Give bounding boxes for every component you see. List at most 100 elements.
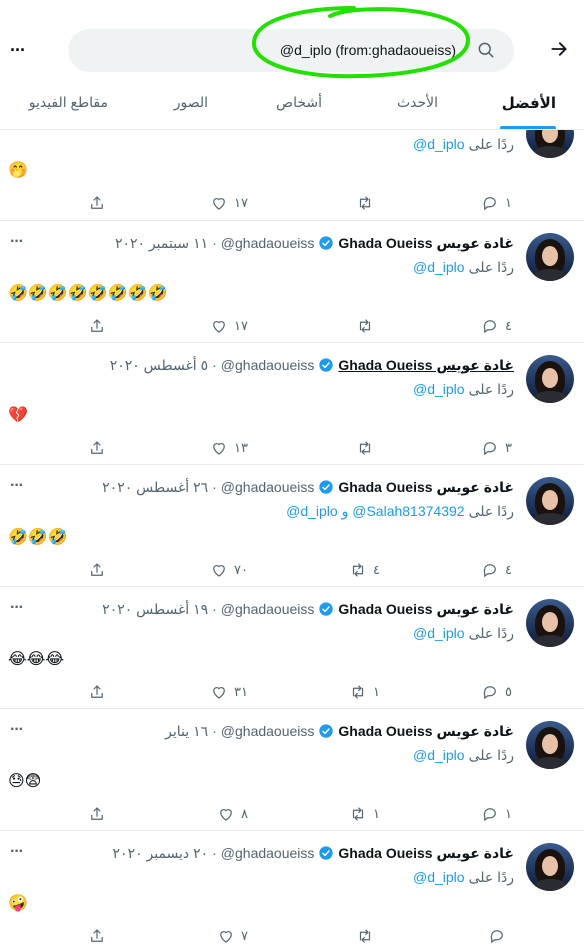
share-button[interactable]	[88, 561, 106, 579]
share-button[interactable]	[88, 439, 106, 457]
tweet-date[interactable]: ٥ أغسطس ٢٠٢٠	[110, 357, 208, 374]
like-button[interactable]: ٣١	[210, 683, 248, 701]
retweet-button[interactable]	[356, 439, 380, 457]
like-button[interactable]: ٧	[217, 927, 248, 944]
tab-people[interactable]: أشخاص	[276, 94, 322, 111]
retweet-button[interactable]	[356, 317, 380, 335]
retweet-icon	[352, 563, 364, 577]
avatar[interactable]	[526, 477, 574, 525]
verified-badge-icon	[319, 358, 334, 372]
reply-button[interactable]: ٣	[481, 439, 512, 457]
mention-link[interactable]: @d_iplo	[413, 381, 465, 398]
tweet[interactable]: ردًا على @d_iplo 🤭 ١ ١٧	[0, 130, 584, 221]
tab-photos[interactable]: الصور	[174, 94, 208, 111]
reply-icon	[483, 197, 496, 211]
share-button[interactable]	[88, 194, 106, 212]
retweet-button[interactable]	[356, 927, 380, 944]
tweet-more-button[interactable]: ···	[10, 843, 24, 861]
display-name[interactable]: غادة عويس Ghada Oueiss	[338, 845, 514, 862]
avatar[interactable]	[526, 130, 574, 158]
share-button[interactable]	[88, 805, 106, 823]
tweet-more-button[interactable]: ···	[10, 233, 24, 251]
tweet[interactable]: غادة عويس Ghada Oueiss @ghadaoueiss · ١٩…	[0, 587, 584, 709]
avatar[interactable]	[526, 843, 574, 891]
handle[interactable]: @ghadaoueiss	[221, 723, 315, 739]
retweet-icon	[359, 319, 371, 333]
tweet-more-button[interactable]: ···	[10, 599, 24, 617]
mention-link[interactable]: @d_iplo و @Salah81374392	[286, 503, 464, 520]
handle[interactable]: @ghadaoueiss	[221, 479, 315, 495]
avatar[interactable]	[526, 355, 574, 403]
heart-icon	[213, 565, 225, 577]
reply-button[interactable]: ١	[481, 805, 512, 823]
tab-latest[interactable]: الأحدث	[397, 94, 438, 111]
reply-button[interactable]	[488, 927, 512, 944]
display-name[interactable]: غادة عويس Ghada Oueiss	[338, 479, 514, 496]
like-button[interactable]: ١٧	[210, 317, 248, 335]
retweet-button[interactable]	[356, 194, 380, 212]
mention-link[interactable]: @d_iplo	[413, 259, 465, 276]
like-button[interactable]: ٨	[217, 805, 248, 823]
heart-icon	[213, 687, 225, 699]
back-button[interactable]	[544, 34, 574, 64]
retweet-icon	[359, 196, 371, 210]
tweet[interactable]: غادة عويس Ghada Oueiss @ghadaoueiss · ١٦…	[0, 709, 584, 831]
display-name[interactable]: غادة عويس Ghada Oueiss	[338, 235, 514, 252]
display-name[interactable]: غادة عويس Ghada Oueiss	[338, 601, 514, 618]
like-button[interactable]: ١٧	[210, 194, 248, 212]
tweet-date[interactable]: ١٩ أغسطس ٢٠٢٠	[102, 601, 208, 618]
reply-button[interactable]: ١	[481, 194, 512, 212]
mention-link[interactable]: @d_iplo	[413, 625, 465, 642]
tweet-header: غادة عويس Ghada Oueiss @ghadaoueiss · ٢٦…	[102, 478, 514, 496]
reply-button[interactable]: ٤	[481, 561, 512, 579]
reply-button[interactable]: ٤	[481, 317, 512, 335]
reply-icon	[483, 442, 496, 456]
tweet-header: غادة عويس Ghada Oueiss @ghadaoueiss · ٢٠…	[112, 844, 514, 862]
retweet-button[interactable]: ١	[349, 805, 380, 823]
handle[interactable]: @ghadaoueiss	[221, 845, 315, 861]
reply-button[interactable]: ٥	[481, 683, 512, 701]
tweet-header: غادة عويس Ghada Oueiss @ghadaoueiss · ١٩…	[102, 600, 514, 618]
mention-link[interactable]: @d_iplo	[413, 869, 465, 886]
tweet[interactable]: غادة عويس Ghada Oueiss @ghadaoueiss · ٢٠…	[0, 831, 584, 944]
reply-icon	[483, 320, 496, 334]
tweet-text: 💔	[8, 407, 28, 424]
mention-link[interactable]: @d_iplo	[413, 136, 465, 153]
retweet-button[interactable]: ٤	[349, 561, 380, 579]
display-name[interactable]: غادة عويس Ghada Oueiss	[338, 723, 514, 740]
tweet[interactable]: غادة عويس Ghada Oueiss @ghadaoueiss · ٢٦…	[0, 465, 584, 587]
tweet-date[interactable]: ٢٦ أغسطس ٢٠٢٠	[102, 479, 208, 496]
handle[interactable]: @ghadaoueiss	[221, 235, 315, 251]
tweet-more-button[interactable]: ···	[10, 477, 24, 495]
share-icon	[91, 319, 103, 332]
more-options-button[interactable]: ···	[10, 40, 26, 61]
share-icon	[91, 441, 103, 454]
handle[interactable]: @ghadaoueiss	[221, 601, 315, 617]
tweet-actions: ٤ ١٧	[0, 317, 584, 337]
display-name[interactable]: غادة عويس Ghada Oueiss	[338, 357, 514, 374]
reply-context: ردًا على @d_iplo و @Salah81374392	[286, 503, 514, 520]
tweet-actions: ١ ١ ٨	[0, 805, 584, 825]
tweet-feed[interactable]: ردًا على @d_iplo 🤭 ١ ١٧ غادة عويس Ghada …	[0, 130, 584, 944]
avatar[interactable]	[526, 721, 574, 769]
tweet-date[interactable]: ١٦ يناير	[165, 723, 208, 740]
tweet-date[interactable]: ١١ سبتمبر ٢٠٢٠	[115, 235, 208, 252]
share-icon	[91, 563, 103, 576]
handle[interactable]: @ghadaoueiss	[221, 357, 315, 373]
avatar[interactable]	[526, 233, 574, 281]
like-button[interactable]: ٧٠	[210, 561, 248, 579]
avatar[interactable]	[526, 599, 574, 647]
tab-top[interactable]: الأفضل	[502, 94, 556, 112]
share-button[interactable]	[88, 683, 106, 701]
mention-link[interactable]: @d_iplo	[413, 747, 465, 764]
share-button[interactable]	[88, 927, 106, 944]
tweet-date[interactable]: ٢٠ ديسمبر ٢٠٢٠	[113, 845, 209, 862]
reply-icon	[483, 564, 496, 578]
tweet-more-button[interactable]: ···	[10, 721, 24, 739]
tweet[interactable]: غادة عويس Ghada Oueiss @ghadaoueiss · ٥ …	[0, 343, 584, 465]
tab-videos[interactable]: مقاطع الفيديو	[29, 94, 108, 111]
tweet[interactable]: غادة عويس Ghada Oueiss @ghadaoueiss · ١١…	[0, 221, 584, 343]
share-button[interactable]	[88, 317, 106, 335]
like-button[interactable]: ١٣	[210, 439, 248, 457]
retweet-button[interactable]: ١	[349, 683, 380, 701]
